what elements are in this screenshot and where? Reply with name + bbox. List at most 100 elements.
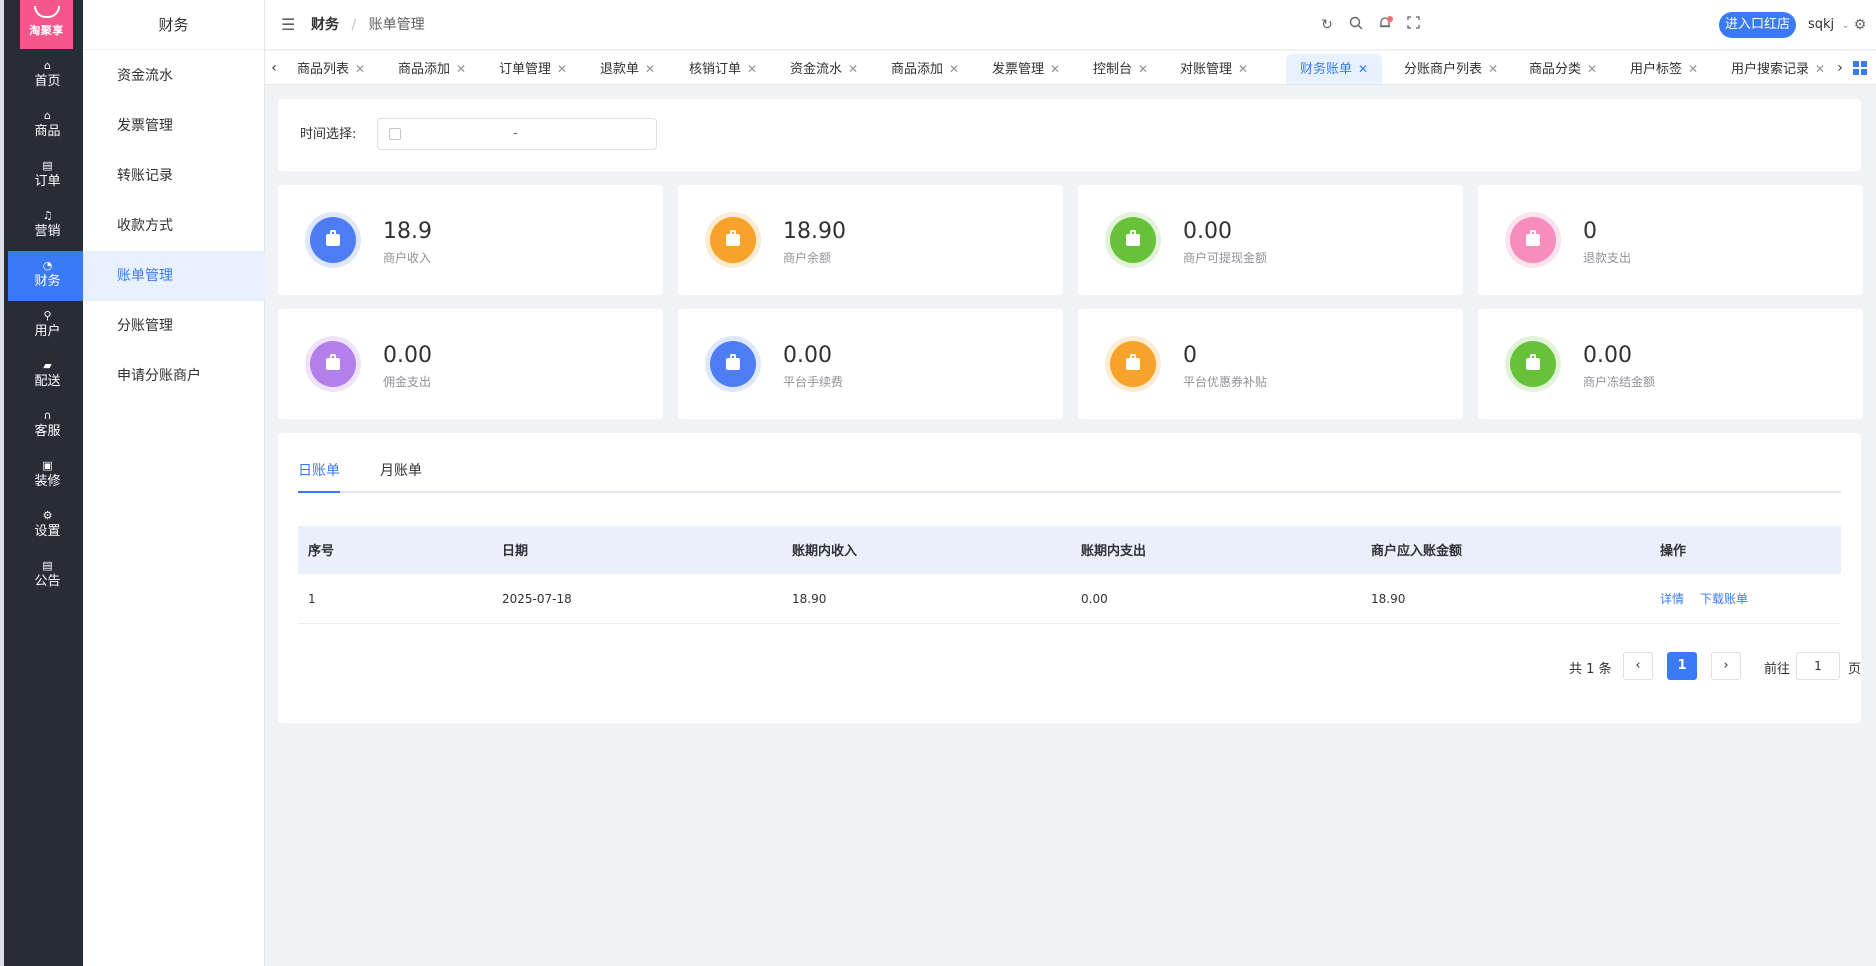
page-tab-3[interactable]: 退款单 ✕ (586, 54, 669, 84)
settings-gear-icon[interactable]: ⚙ (1851, 16, 1869, 34)
subnav-item-4[interactable]: 账单管理 (83, 251, 265, 301)
detail-link[interactable]: 详情 (1660, 590, 1684, 607)
breadcrumb-current: 账单管理 (368, 17, 425, 33)
close-tab-icon[interactable]: ✕ (1587, 62, 1597, 76)
close-tab-icon[interactable]: ✕ (1238, 62, 1248, 76)
breadcrumb-parent[interactable]: 财务 (311, 17, 339, 33)
briefcase-icon (726, 230, 740, 246)
page-tab-14[interactable]: 用户搜索记录 ✕ (1717, 54, 1839, 84)
stat-value: 18.90 (783, 219, 846, 244)
subnav-item-2[interactable]: 转账记录 (83, 151, 265, 201)
date-range-picker[interactable]: - (377, 118, 657, 150)
page-tab-11[interactable]: 分账商户列表 ✕ (1390, 54, 1512, 84)
notification-bell-icon[interactable] (1376, 16, 1394, 34)
page-tab-13[interactable]: 用户标签 ✕ (1616, 54, 1712, 84)
page-tabs-bar: ‹ 商品列表 ✕ 商品添加 ✕ 订单管理 ✕ 退款单 ✕ 核销订单 ✕ 资金流水 ✕ 商品添加 ✕ 发票管理… (265, 51, 1876, 85)
close-tab-icon[interactable]: ✕ (747, 62, 757, 76)
logo-text: 淘聚享 (29, 24, 64, 37)
close-tab-icon[interactable]: ✕ (848, 62, 858, 76)
menu-collapse-icon[interactable]: ☰ (281, 17, 295, 33)
rail-item-1[interactable]: ⌂ 商品 (8, 101, 87, 151)
stat-card-3: 0 退款支出 (1478, 185, 1863, 295)
page-tab-2[interactable]: 订单管理 ✕ (485, 54, 581, 84)
close-tab-icon[interactable]: ✕ (1815, 62, 1825, 76)
column-header-expense: 账期内支出 (1081, 544, 1147, 559)
rail-item-10[interactable]: ▤ 公告 (8, 551, 87, 601)
search-icon[interactable] (1347, 16, 1365, 34)
rail-item-9[interactable]: ⚙ 设置 (8, 501, 87, 551)
time-filter-card: 时间选择: - (278, 99, 1861, 171)
briefcase-icon (726, 354, 740, 370)
stat-label: 平台优惠券补贴 (1183, 375, 1268, 389)
subnav-item-6[interactable]: 申请分账商户 (83, 351, 265, 401)
close-tab-icon[interactable]: ✕ (1358, 62, 1368, 76)
close-tab-icon[interactable]: ✕ (949, 62, 959, 76)
rail-item-2[interactable]: ▤ 订单 (8, 151, 87, 201)
rail-item-7[interactable]: ∩ 客服 (8, 401, 87, 451)
goto-page-input[interactable]: 1 (1796, 652, 1840, 680)
stat-value: 18.9 (383, 219, 432, 244)
page-tab-7[interactable]: 发票管理 ✕ (978, 54, 1074, 84)
subnav-item-3[interactable]: 收款方式 (83, 201, 265, 251)
page-tab-10[interactable]: 财务账单 ✕ (1286, 54, 1383, 84)
refresh-icon[interactable]: ↻ (1318, 16, 1336, 34)
fullscreen-icon[interactable] (1404, 16, 1422, 34)
page-tab-4[interactable]: 核销订单 ✕ (675, 54, 771, 84)
tab-monthly-bill[interactable]: 月账单 (380, 463, 422, 479)
tabs-scroll-left-icon[interactable]: ‹ (265, 51, 283, 84)
enter-store-button[interactable]: 进入口红店 (1719, 12, 1796, 38)
active-tab-indicator (298, 491, 340, 493)
brush-icon: ▣ (42, 459, 53, 472)
rail-item-5[interactable]: ⚲ 用户 (8, 301, 87, 351)
tab-daily-bill[interactable]: 日账单 (298, 463, 340, 479)
stat-value: 0.00 (1583, 343, 1632, 368)
close-tab-icon[interactable]: ✕ (1138, 62, 1148, 76)
user-menu[interactable]: sqkj ⌄ (1808, 16, 1850, 35)
stat-icon-circle (1105, 336, 1161, 392)
page-number-current[interactable]: 1 (1667, 652, 1697, 680)
page-tab-8[interactable]: 控制台 ✕ (1079, 54, 1162, 84)
page-tab-5[interactable]: 资金流水 ✕ (776, 54, 872, 84)
app-logo[interactable]: 淘聚享 (20, 0, 73, 49)
download-bill-link[interactable]: 下载账单 (1700, 590, 1748, 607)
subnav-item-1[interactable]: 发票管理 (83, 101, 265, 151)
rail-item-6[interactable]: ▰ 配送 (8, 351, 87, 401)
next-page-button[interactable]: › (1711, 652, 1741, 680)
rail-item-label: 营销 (34, 224, 61, 239)
page-tab-12[interactable]: 商品分类 ✕ (1515, 54, 1611, 84)
document-icon: ▤ (42, 159, 53, 172)
cell-actions: 详情 下载账单 (1660, 574, 1764, 623)
cell-index: 1 (308, 591, 316, 606)
rail-item-8[interactable]: ▣ 装修 (8, 451, 87, 501)
page-tab-1[interactable]: 商品添加 ✕ (384, 54, 480, 84)
rail-item-4[interactable]: ◔ 财务 (8, 251, 87, 301)
briefcase-icon (1526, 230, 1540, 246)
page-tab-9[interactable]: 对账管理 ✕ (1166, 54, 1262, 84)
tabs-menu-grid-icon[interactable] (1853, 61, 1867, 75)
close-tab-icon[interactable]: ✕ (1050, 62, 1060, 76)
subnav-item-0[interactable]: 资金流水 (83, 51, 265, 101)
column-header-amount: 商户应入账金额 (1371, 544, 1463, 559)
close-tab-icon[interactable]: ✕ (456, 62, 466, 76)
rail-item-label: 配送 (34, 374, 61, 389)
page-tab-6[interactable]: 商品添加 ✕ (877, 54, 973, 84)
stat-card-1: 18.90 商户余额 (678, 185, 1063, 295)
briefcase-icon (326, 354, 340, 370)
page-tab-0[interactable]: 商品列表 ✕ (283, 54, 379, 84)
close-tab-icon[interactable]: ✕ (1688, 62, 1698, 76)
close-tab-icon[interactable]: ✕ (645, 62, 655, 76)
rail-item-0[interactable]: ⌂ 首页 (8, 51, 87, 101)
prev-page-button[interactable]: ‹ (1623, 652, 1653, 680)
rail-item-3[interactable]: ♫ 营销 (8, 201, 87, 251)
page-tab-label: 财务账单 (1300, 62, 1353, 77)
tabs-scroll-right-icon[interactable]: › (1831, 51, 1849, 84)
close-tab-icon[interactable]: ✕ (557, 62, 567, 76)
rail-item-label: 财务 (34, 274, 61, 289)
page-tab-label: 核销订单 (689, 62, 742, 77)
bell-icon: ♫ (42, 209, 53, 222)
close-tab-icon[interactable]: ✕ (1488, 62, 1498, 76)
page-tab-label: 发票管理 (992, 62, 1045, 77)
subnav-item-5[interactable]: 分账管理 (83, 301, 265, 351)
rail-item-label: 订单 (34, 174, 61, 189)
close-tab-icon[interactable]: ✕ (355, 62, 365, 76)
